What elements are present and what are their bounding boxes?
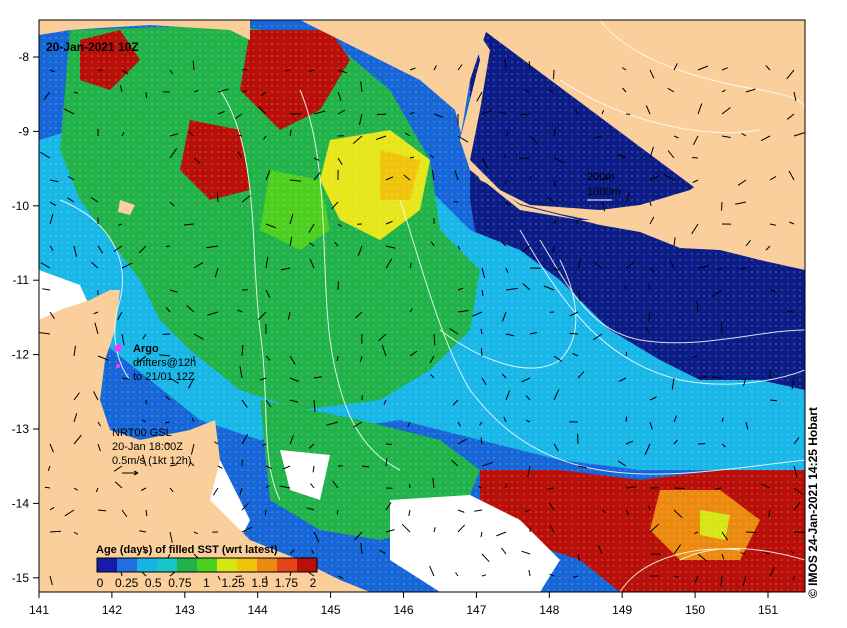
current-vector xyxy=(721,322,723,335)
colorbar-cell xyxy=(197,558,218,572)
colorbar-cell xyxy=(117,558,138,572)
argo-marker xyxy=(114,344,122,352)
map-plot xyxy=(39,20,805,592)
lon-tick-label: 149 xyxy=(612,603,632,617)
argo-line2: to 21/01 12Z xyxy=(133,371,195,383)
colorbar-tick-label: 0.5 xyxy=(145,576,162,590)
current-vector xyxy=(216,192,219,203)
lon-tick-label: 150 xyxy=(685,603,705,617)
lon-tick-label: 146 xyxy=(393,603,413,617)
lat-tick-label: -15 xyxy=(12,571,30,585)
colorbar-cell xyxy=(257,558,278,572)
current-vector xyxy=(145,91,147,99)
lat-tick-label: -10 xyxy=(12,199,30,213)
lat-tick-label: -14 xyxy=(12,496,30,510)
colorbar-tick-label: 0.25 xyxy=(115,576,139,590)
colorbar-cell xyxy=(297,558,318,572)
current-vector xyxy=(165,245,171,247)
current-vector xyxy=(569,332,579,335)
lat-tick-label: -12 xyxy=(12,348,30,362)
colorbar-cell xyxy=(137,558,158,572)
colorbar-tick-label: 0.75 xyxy=(168,576,192,590)
lon-tick-label: 147 xyxy=(466,603,486,617)
colorbar-tick-label: 1.75 xyxy=(275,576,299,590)
latitude-axis: -8 -9 -10 -11 -12 -13 -14 -15 xyxy=(12,50,39,585)
colorbar-cell xyxy=(177,558,198,572)
current-vector xyxy=(376,113,387,116)
colorbar-tick-label: 1.25 xyxy=(221,576,245,590)
colorbar-cell xyxy=(277,558,298,572)
lat-tick-label: -11 xyxy=(13,273,30,287)
colorbar-tick-label: 1 xyxy=(203,576,210,590)
current-vector xyxy=(520,113,531,116)
colorbar-cell xyxy=(157,558,178,572)
current-vector xyxy=(673,487,685,489)
current-vector xyxy=(745,531,757,533)
lon-tick-label: 148 xyxy=(539,603,559,617)
colorbar-cell xyxy=(97,558,118,572)
colorbar-title: Age (days) of filled SST (wrt latest) xyxy=(96,544,278,556)
lon-tick-label: 144 xyxy=(248,603,268,617)
current-vector xyxy=(787,311,795,313)
argo-marker-small xyxy=(116,364,120,368)
contour-label-200m: 200m xyxy=(587,171,615,183)
current-vector xyxy=(409,483,411,489)
contour-label-1000m: 1000m xyxy=(587,186,621,198)
current-vector xyxy=(721,201,723,211)
colorbar-cell xyxy=(237,558,258,572)
lon-tick-label: 151 xyxy=(758,603,778,617)
colorbar-cell xyxy=(217,558,238,572)
lat-tick-label: -13 xyxy=(12,422,30,436)
colorbar-tick-label: 1.5 xyxy=(251,576,268,590)
colorbar-tick-label: 0 xyxy=(97,576,104,590)
current-vector xyxy=(625,416,628,423)
credit-text: © IMOS 24-Jan-2021 14:25 Hobart xyxy=(806,407,820,598)
current-vector xyxy=(553,69,555,80)
colorbar-tick-label: 2 xyxy=(310,576,317,590)
lon-tick-label: 143 xyxy=(175,603,195,617)
current-vector xyxy=(692,157,699,159)
lon-tick-label: 145 xyxy=(321,603,341,617)
argo-title: Argo xyxy=(133,343,159,355)
current-line2: 20-Jan 18:00Z xyxy=(112,441,183,453)
lon-tick-label: 141 xyxy=(29,603,49,617)
lat-tick-label: -8 xyxy=(18,50,29,64)
sst-age-map: 141 142 143 144 145 146 147 148 149 150 151 -8 -9 -1… xyxy=(12,19,806,617)
date-label: 20-Jan-2021 10Z xyxy=(46,40,139,54)
argo-line1: drifters@12h xyxy=(133,357,196,369)
lon-tick-label: 142 xyxy=(102,603,122,617)
longitude-axis: 141 142 143 144 145 146 147 148 149 150 151 xyxy=(29,592,778,617)
lat-tick-label: -9 xyxy=(18,124,29,138)
current-vector xyxy=(552,245,555,253)
current-line1: NRT00 GSL xyxy=(112,427,172,439)
current-line3: 0.5m/s (1kt 12h) xyxy=(112,455,191,467)
current-vector xyxy=(480,348,483,357)
